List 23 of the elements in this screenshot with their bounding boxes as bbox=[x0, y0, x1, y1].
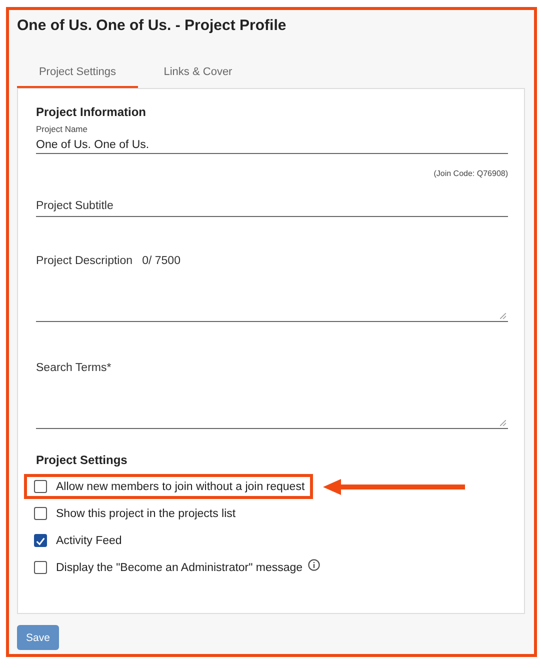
join-code: (Join Code: Q76908) bbox=[434, 169, 508, 178]
checkbox[interactable] bbox=[34, 534, 47, 547]
arrow-icon bbox=[322, 478, 465, 494]
resize-grip-icon[interactable] bbox=[500, 420, 506, 426]
field-label: Project Name bbox=[36, 124, 88, 134]
checkbox[interactable] bbox=[34, 480, 47, 493]
checkbox-label: Show this project in the projects list bbox=[56, 508, 236, 520]
checkbox[interactable] bbox=[34, 507, 47, 520]
section-heading: Project Information bbox=[36, 105, 148, 119]
checkbox-label: Display the "Become an Administrator" message bbox=[56, 562, 303, 574]
input-field[interactable]: Project Subtitle bbox=[36, 200, 508, 217]
field-value: One of Us. One of Us. bbox=[36, 139, 150, 153]
checkbox-label: Allow new members to join without a join request bbox=[56, 480, 305, 492]
resize-grip-icon[interactable] bbox=[500, 313, 506, 319]
project-name-field[interactable]: Project Name One of Us. One of Us. bbox=[36, 124, 508, 154]
text-area[interactable]: Search Terms* bbox=[36, 362, 508, 429]
info-icon[interactable] bbox=[308, 558, 320, 570]
section-heading: Project Settings bbox=[36, 453, 128, 467]
page-title: One of Us. One of Us. - Project Profile bbox=[17, 16, 288, 36]
checkbox[interactable] bbox=[34, 561, 47, 574]
checkbox-label: Activity Feed bbox=[56, 534, 122, 546]
text-area[interactable]: Project Description 0/ 7500 bbox=[36, 255, 508, 322]
tab[interactable]: Links & Cover bbox=[148, 56, 248, 88]
